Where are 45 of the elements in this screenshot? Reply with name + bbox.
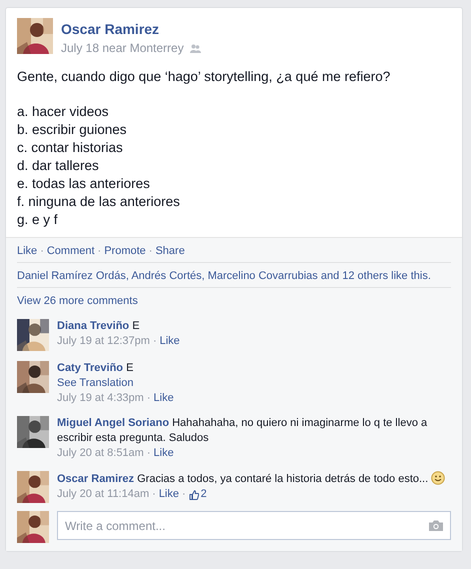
- answer-option: e. todas las anteriores: [17, 175, 451, 193]
- commenter-name[interactable]: Caty Treviño: [57, 362, 124, 374]
- comment-time: July 19 at 4:33pm: [57, 391, 144, 406]
- commenter-name[interactable]: Diana Treviño: [57, 320, 130, 332]
- separator: ·: [146, 391, 151, 406]
- author-name[interactable]: Oscar Ramirez: [61, 21, 160, 37]
- action-link[interactable]: Share: [155, 245, 185, 257]
- separator: ·: [152, 487, 156, 502]
- answer-option: c. contar historias: [17, 139, 451, 157]
- answer-option: a. hacer videos: [17, 103, 451, 121]
- separator: ·: [146, 446, 151, 461]
- separator: ·: [98, 245, 102, 257]
- like-link[interactable]: Like: [160, 334, 180, 349]
- commenter-name[interactable]: Oscar Ramirez: [57, 473, 134, 485]
- separator: ·: [148, 245, 152, 257]
- comment-text: Diana Treviño E: [57, 319, 141, 334]
- commenter-name[interactable]: Miguel Angel Soriano: [57, 417, 170, 429]
- like-link[interactable]: Like: [154, 391, 174, 406]
- answer-option: g. e y f: [17, 211, 451, 229]
- separator: ·: [152, 334, 157, 349]
- separator: ·: [40, 245, 44, 257]
- thumbs-up-icon: [188, 490, 199, 500]
- camera-icon[interactable]: [429, 520, 443, 531]
- post-text: Gente, cuando digo que ‘hago’ storytelling, ¿a qué me refiero?: [17, 68, 392, 86]
- view-more-comments-link[interactable]: View 26 more comments: [17, 295, 138, 307]
- action-link[interactable]: Promote: [104, 245, 146, 257]
- answer-option: b. escribir guiones: [17, 121, 451, 139]
- action-link[interactable]: Comment: [46, 245, 95, 257]
- separator: ·: [182, 487, 186, 502]
- answer-option: d. dar talleres: [17, 157, 451, 175]
- comment-text: Oscar Ramirez Gracias a todos, ya contaré la historia detrás de todo esto...: [57, 471, 451, 487]
- likes-summary[interactable]: Daniel Ramírez Ordás, Andrés Cortés, Marcelino Covarrubias and 12 others like this.: [17, 270, 431, 282]
- comment-input-field[interactable]: Write a comment...: [57, 511, 451, 540]
- comment-time: July 20 at 8:51am: [57, 446, 144, 461]
- like-count[interactable]: 2: [200, 487, 207, 502]
- answer-option: f. ninguna de las anteriores: [17, 193, 451, 211]
- see-translation-link[interactable]: See Translation: [57, 377, 134, 389]
- comment-text: Caty Treviño E: [57, 361, 134, 376]
- comment-text: Miguel Angel Soriano Hahahahaha, no quiero ni imaginarme lo q te llevo a escribir esta pregunta. Saludos: [57, 416, 428, 446]
- comment-time: July 20 at 11:14am: [57, 487, 150, 502]
- action-link[interactable]: Like: [17, 245, 38, 257]
- comment-time: July 19 at 12:37pm: [57, 334, 150, 349]
- like-link[interactable]: Like: [154, 446, 174, 461]
- friends-icon: [190, 44, 201, 52]
- like-link[interactable]: Like: [158, 487, 179, 502]
